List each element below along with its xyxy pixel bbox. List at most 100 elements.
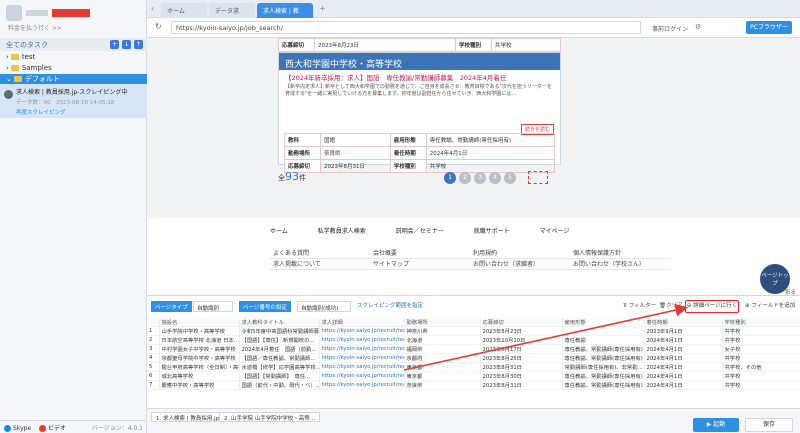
column-header[interactable]: 施設名 — [159, 318, 240, 327]
table-cell: 東京都 — [404, 362, 481, 372]
pc-browser-button[interactable]: PCブラウザー — [746, 21, 792, 34]
table-cell: 共学校、その他 — [722, 362, 800, 372]
table-row[interactable]: 4 京都聖母学院中学校・高等学校 【国語／専任教諭、常勤講師… https://kyo… — [147, 353, 800, 363]
table-row[interactable]: 1 山手学院中学校・高等学校 令和5年度中高国語科常勤講師募 https://kyoi… — [147, 326, 800, 336]
cell-label: 着任時期 — [389, 146, 427, 160]
footer-link[interactable]: 利用規約 — [470, 248, 570, 259]
settings-icon[interactable]: ⚙ — [695, 23, 701, 31]
table-cell: 2023年8月23日 — [480, 326, 563, 336]
task-meta: データ数：90 2023-08-18 14:05:18 — [16, 100, 115, 106]
run-button[interactable]: ▶ 起動 — [693, 418, 739, 432]
column-header[interactable]: 求人教科タイトル — [239, 318, 320, 327]
footer-link[interactable]: 個人情報保護方針 — [570, 248, 670, 259]
school-name[interactable]: 西大和学園中学校・高等学校 — [279, 53, 560, 70]
table-cell: 共学校 — [722, 380, 800, 390]
plan-badge[interactable] — [52, 9, 90, 17]
add-field-button[interactable]: ⊕ フィールドを追加 — [745, 301, 795, 309]
column-header[interactable]: 応募締切 — [480, 318, 563, 327]
task-item[interactable]: 求人検索 | 教員採用.jp-スクレイピング中 データ数：90 2023-08-… — [0, 84, 147, 118]
login-button[interactable]: 事前ログイン — [652, 24, 688, 33]
page-1[interactable]: 1 — [444, 172, 456, 184]
table-cell: 奈良県 — [404, 380, 481, 390]
cell-value: 国語 — [320, 133, 391, 147]
table-cell: 2 — [147, 335, 160, 345]
chevron-down-icon: ⌄ — [6, 75, 12, 83]
export-icon[interactable]: ↑ — [134, 40, 143, 49]
job-subtitle[interactable]: 【2024年新卒採用：求人】国語 専任教諭/常勤講師募集 2024年4月着任 — [279, 70, 560, 84]
page-5[interactable]: 5 — [504, 172, 516, 184]
table-cell: https://kyoin-saiyo.jp/recruit/req… — [319, 380, 405, 390]
reload-icon[interactable]: ↻ — [155, 22, 162, 31]
task-status[interactable]: 再度スクレイピング — [16, 108, 141, 116]
robot-icon — [4, 90, 13, 99]
table-row[interactable]: 5駿台甲府高等学校（全日制）・高等学校水道橋【修学】応学園高等学校…https:… — [147, 362, 800, 372]
back-icon[interactable]: ‹ — [151, 4, 154, 13]
page-type-select[interactable]: 自動識別 — [193, 301, 233, 312]
fold-button[interactable]: 折る — [785, 288, 796, 295]
table-cell: https://kyoin-saiyo.jp/recruit/req… — [319, 371, 405, 381]
footer-nav-mypage[interactable]: マイページ — [540, 228, 570, 235]
table-cell: 2023年8月30日 — [480, 371, 563, 381]
table-row[interactable]: 3 中村学園女子中学校・高等学校 2024年4月着任 国語（前勤… https://k… — [147, 344, 800, 354]
table-row[interactable]: 6 城北高等学校 【国語】【常勤講師】 専任… https://kyoin-saiyo… — [147, 371, 800, 381]
save-button[interactable]: 保存 — [745, 418, 793, 432]
table-cell: 専任教諭、常勤講師(専任採用有) — [562, 371, 645, 381]
import-icon[interactable]: ↓ — [122, 40, 131, 49]
column-header[interactable]: 学校種別 — [722, 318, 800, 327]
footer-link[interactable]: サイトマップ — [370, 259, 470, 270]
page-4[interactable]: 4 — [489, 172, 501, 184]
cell-label: 学校種別 — [454, 38, 492, 52]
footer-nav-search[interactable]: 私学教員求人検索 — [318, 228, 366, 235]
pagination-row: 全93件 1 2 3 4 5 — [278, 168, 561, 188]
footer-link[interactable]: お問い合わせ（求職者） — [470, 259, 570, 270]
folder-test[interactable]: › test — [0, 52, 147, 63]
footer-link[interactable]: よくある質問 — [270, 248, 370, 259]
table-cell: 7 — [147, 380, 160, 390]
tab-home[interactable]: ホーム — [161, 3, 207, 18]
video-link[interactable]: ビデオ — [48, 425, 66, 432]
task-sidebar: 料金を払う行く >> 全てのタスク + ↓ ↑ › test › Samples ⌄… — [0, 0, 147, 433]
tab-job-search[interactable]: 求人検索 | 教 — [257, 3, 313, 18]
step-tab-1[interactable]: 1. 求人検索 | 教員採用.jp — [151, 412, 225, 422]
column-header[interactable] — [147, 318, 160, 327]
footer-link[interactable]: お問い合わせ（学校さん） — [570, 259, 670, 270]
table-row[interactable]: 7 慶應中学校・高等学校 国語（前代・中勤、現代・ベ）… https://kyoin-… — [147, 380, 800, 390]
column-header[interactable]: 求人詳細 — [319, 318, 405, 327]
footer-nav-seminar[interactable]: 説明会／セミナー — [396, 228, 444, 235]
go-detail-button[interactable]: ⊝ 詳細ページに行く — [685, 300, 739, 313]
page-3[interactable]: 3 — [474, 172, 486, 184]
tab-data[interactable]: データ求 — [209, 3, 255, 18]
footer-link[interactable]: 会社概要 — [370, 248, 470, 259]
footer-nav-support[interactable]: 就職サポート — [474, 228, 510, 235]
cell-value: 専任教諭、常勤講師(専任採用有) — [425, 133, 556, 147]
next-page-button[interactable] — [528, 171, 548, 184]
clear-button[interactable]: 🗑クリア — [659, 301, 683, 309]
column-header[interactable]: 勤務場所 — [404, 318, 481, 327]
new-tab-icon[interactable]: + — [319, 4, 326, 13]
new-task-icon[interactable]: + — [110, 40, 119, 49]
folder-samples[interactable]: › Samples — [0, 63, 147, 74]
page-type-label: ページタイプ — [151, 301, 192, 312]
avatar[interactable] — [6, 5, 22, 21]
scrape-range-link[interactable]: スクレイピング範囲を指定 — [357, 301, 423, 309]
pagination-select[interactable]: 自動識別(成功) — [297, 301, 351, 312]
footer-link[interactable]: 求人掲載について — [270, 259, 370, 270]
cell-label: 勤務場所 — [284, 146, 321, 160]
job-card[interactable]: 西大和学園中学校・高等学校 【2024年新卒採用：求人】国語 専任教諭/常勤講師… — [278, 52, 561, 173]
upgrade-link[interactable]: 料金を払う行く >> — [6, 23, 140, 32]
table-cell: 中村学園女子中学校・高等学校 — [159, 344, 240, 354]
step-tab-2[interactable]: 2. 山手学院 山手学院中学校・高等… — [219, 412, 321, 422]
table-cell: 国語（前代・中勤、現代・ベ）… — [239, 380, 320, 390]
table-cell: 専任教諭、常勤講師(専任採用有) — [562, 353, 645, 363]
skype-link[interactable]: Skype — [13, 425, 31, 432]
filter-button[interactable]: ⊽ フィルター — [623, 301, 656, 309]
table-row[interactable]: 2 日本航空高等学校 北海道 日本… 【国語】【専任】 新規開校の… https://… — [147, 335, 800, 345]
table-cell: 2023年8月31日 — [480, 380, 563, 390]
column-header[interactable]: 着任時期 — [644, 318, 723, 327]
column-header[interactable]: 雇用形態 — [562, 318, 645, 327]
table-cell: 水道橋【修学】応学園高等学校… — [239, 362, 320, 372]
url-input[interactable]: https://kyoin-saiyo.jp/job_search/ — [171, 21, 641, 34]
footer-links: よくある質問 会社概要 利用規約 個人情報保護方針 求人掲載について サイトマップ お問い… — [270, 248, 674, 270]
page-2[interactable]: 2 — [459, 172, 471, 184]
footer-nav-home[interactable]: ホーム — [270, 228, 288, 235]
